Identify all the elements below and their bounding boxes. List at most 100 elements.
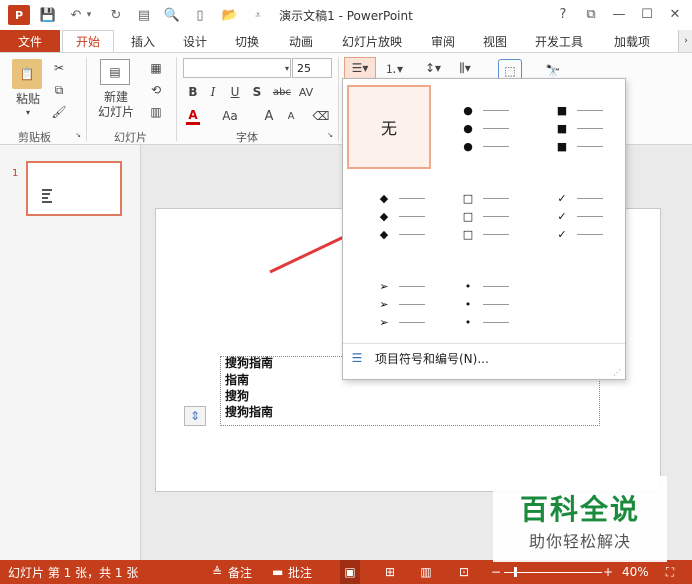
char-spacing-button[interactable]: AV xyxy=(296,83,316,101)
open-folder-icon[interactable]: 📂 xyxy=(220,6,240,24)
italic-button[interactable]: I xyxy=(206,83,220,101)
clipboard-group-label: 剪贴板 xyxy=(18,131,51,144)
bullets-and-numbering-item[interactable]: ☰ 项目符号和编号(N)... xyxy=(347,347,607,369)
customize-qat-icon[interactable]: ⩡ xyxy=(248,6,268,24)
new-slide-label2[interactable]: 幻灯片 xyxy=(92,104,140,119)
fit-to-window-icon[interactable]: ⛶ xyxy=(660,560,680,584)
close-button[interactable]: ✕ xyxy=(664,4,686,24)
bullet-symbol: ➢ xyxy=(379,297,389,311)
bullet-symbol: □ xyxy=(462,191,474,205)
text-line[interactable]: 指南 xyxy=(225,372,249,388)
bullet-arrow-option[interactable]: ➢ ➢ ➢ xyxy=(347,261,431,345)
paste-icon[interactable]: 📋 xyxy=(12,59,42,89)
tab-insert[interactable]: 插入 xyxy=(126,30,160,52)
redo-icon[interactable]: ↻ xyxy=(106,6,126,24)
tab-home[interactable]: 开始 xyxy=(62,30,114,52)
bullet-symbol: □ xyxy=(462,227,474,241)
columns-icon[interactable]: ⫼▾ xyxy=(450,59,480,77)
clipboard-launcher-icon[interactable]: ↘ xyxy=(74,131,82,139)
title-bar: P 💾 ↶ ▾ ↻ ▤ 🔍 ▯ 📂 ⩡ 演示文稿1 - PowerPoint ?… xyxy=(0,0,692,30)
divider xyxy=(176,57,177,141)
bullets-button[interactable]: ☰▾ xyxy=(344,57,376,79)
notes-icon[interactable]: ≜ xyxy=(212,560,222,584)
line-spacing-icon[interactable]: ↕▾ xyxy=(420,59,446,77)
strikethrough-button[interactable]: abc xyxy=(270,83,294,101)
watermark-logo: 百科全说 助你轻松解决 xyxy=(493,476,667,562)
normal-view-icon[interactable]: ▣ xyxy=(340,560,360,584)
underline-button[interactable]: U xyxy=(228,83,242,101)
tab-design[interactable]: 设计 xyxy=(178,30,212,52)
tab-animations[interactable]: 动画 xyxy=(284,30,318,52)
bullet-none-option[interactable]: 无 xyxy=(347,85,431,169)
grow-font-button[interactable]: A xyxy=(262,107,276,125)
new-doc-icon[interactable]: ▯ xyxy=(190,6,210,24)
new-slide-icon[interactable]: ▤ xyxy=(100,59,130,85)
ribbon-display-button[interactable]: ⧉ xyxy=(580,4,602,24)
reset-icon[interactable]: ⟲ xyxy=(144,81,168,99)
slide-thumbnail[interactable] xyxy=(26,161,122,216)
bullet-hollow-square-option[interactable]: □ □ □ xyxy=(441,173,525,257)
autofit-options-icon[interactable]: ⇕ xyxy=(184,406,206,426)
font-color-button[interactable]: A xyxy=(186,107,200,125)
slide-number: 1 xyxy=(12,168,19,179)
notes-button[interactable]: 备注 xyxy=(228,560,252,584)
shrink-font-button[interactable]: A xyxy=(284,107,298,125)
bullet-filled-round-option[interactable]: ● ● ● xyxy=(441,85,525,169)
bold-button[interactable]: B xyxy=(186,83,200,101)
bullet-symbol: ✓ xyxy=(557,209,567,223)
bullet-symbol: ✓ xyxy=(557,227,567,241)
layout-icon[interactable]: ▦ xyxy=(144,59,168,77)
numbering-icon[interactable]: ⒈▾ xyxy=(380,59,408,77)
clear-format-icon[interactable]: ⌫ xyxy=(312,107,330,125)
font-name-combo[interactable] xyxy=(183,58,291,78)
font-launcher-icon[interactable]: ↘ xyxy=(326,131,334,139)
present-icon[interactable]: ▤ xyxy=(134,6,154,24)
paste-button[interactable]: 粘贴 xyxy=(10,91,46,106)
zoom-in-icon[interactable]: + xyxy=(602,560,614,584)
reading-view-icon[interactable]: ▥ xyxy=(416,560,436,584)
undo-icon[interactable]: ↶ xyxy=(66,6,86,24)
text-line[interactable]: 搜狗指南 xyxy=(225,355,273,371)
format-painter-icon[interactable]: 🖌 xyxy=(50,103,68,121)
shadow-button[interactable]: S xyxy=(250,83,264,101)
tab-slideshow[interactable]: 幻灯片放映 xyxy=(338,30,406,52)
zoom-level[interactable]: 40% xyxy=(622,560,649,584)
minimize-button[interactable]: — xyxy=(608,4,630,24)
new-slide-button[interactable]: 新建 xyxy=(96,89,136,104)
bullet-filled-square-option[interactable]: ■ ■ ■ xyxy=(535,85,619,169)
tab-addins[interactable]: 加载项 xyxy=(608,30,656,52)
tab-transitions[interactable]: 切换 xyxy=(230,30,264,52)
tab-view[interactable]: 视图 xyxy=(478,30,512,52)
font-size-combo[interactable]: 25 xyxy=(292,58,332,78)
comments-icon[interactable]: ▬ xyxy=(272,560,283,584)
bullet-diamond-option[interactable]: ◆ ◆ ◆ xyxy=(347,173,431,257)
comments-button[interactable]: 批注 xyxy=(288,560,312,584)
slideshow-icon[interactable]: ⊡ xyxy=(454,560,474,584)
copy-icon[interactable]: ⧉ xyxy=(50,81,68,99)
tab-file[interactable]: 文件 xyxy=(0,30,60,52)
maximize-button[interactable]: ☐ xyxy=(636,4,658,24)
bullet-small-dot-option[interactable]: • • • xyxy=(441,261,525,345)
print-preview-icon[interactable]: 🔍 xyxy=(162,6,182,24)
bullet-checkmark-option[interactable]: ✓ ✓ ✓ xyxy=(535,173,619,257)
tab-review[interactable]: 审阅 xyxy=(426,30,460,52)
tab-developer[interactable]: 开发工具 xyxy=(530,30,588,52)
change-case-button[interactable]: Aa xyxy=(218,107,242,125)
slide-sorter-icon[interactable]: ⊞ xyxy=(380,560,400,584)
divider xyxy=(338,57,339,141)
text-line[interactable]: 搜狗指南 xyxy=(225,404,273,420)
zoom-out-icon[interactable]: − xyxy=(490,560,502,584)
undo-dropdown-icon[interactable]: ▾ xyxy=(84,6,94,24)
bullet-symbol: ➢ xyxy=(379,279,389,293)
cut-icon[interactable]: ✂ xyxy=(50,59,68,77)
bullet-symbol: ● xyxy=(463,121,473,135)
tabs-scroll-right-icon[interactable]: › xyxy=(678,30,692,52)
font-name-dropdown-icon[interactable]: ▾ xyxy=(282,60,292,76)
help-button[interactable]: ? xyxy=(552,4,574,24)
paste-dropdown-icon[interactable]: ▾ xyxy=(22,107,34,117)
text-line[interactable]: 搜狗 xyxy=(225,388,249,404)
resize-grip-icon[interactable]: ⋰ xyxy=(613,368,621,377)
save-icon[interactable]: 💾 xyxy=(38,6,58,24)
section-icon[interactable]: ▥ xyxy=(144,103,168,121)
zoom-slider[interactable] xyxy=(504,560,602,584)
